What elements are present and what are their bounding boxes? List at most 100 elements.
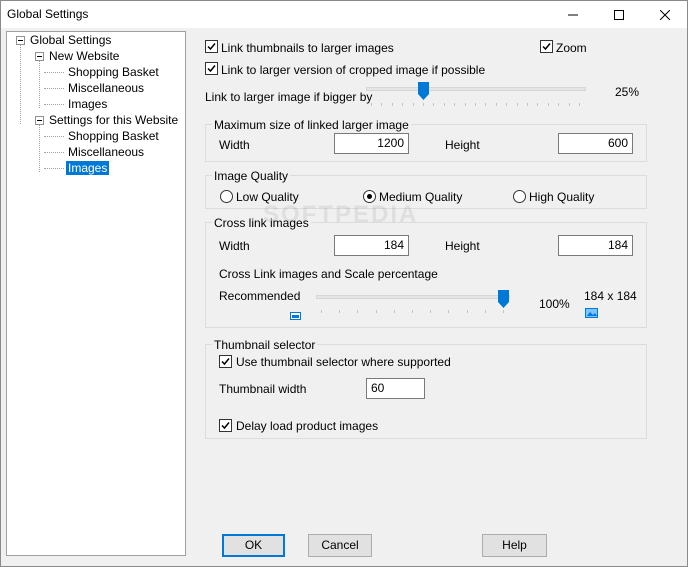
bigger-by-value: 25% bbox=[615, 85, 640, 99]
checkmark-icon bbox=[207, 65, 216, 73]
slider-tick bbox=[558, 103, 559, 106]
cross-width-input[interactable]: 184 bbox=[334, 235, 409, 256]
cross-size-text: 184 x 184 bbox=[584, 289, 637, 303]
slider-tick bbox=[357, 310, 358, 313]
settings-tree[interactable]: Global Settings New Website Shopping Bas… bbox=[6, 31, 186, 556]
checkmark-icon bbox=[221, 358, 230, 366]
cancel-button[interactable]: Cancel bbox=[308, 534, 372, 557]
close-icon bbox=[660, 9, 670, 20]
help-button[interactable]: Help bbox=[482, 534, 547, 557]
slider-tick bbox=[444, 103, 445, 106]
slider-tick bbox=[537, 103, 538, 106]
window-title: Global Settings bbox=[7, 7, 89, 21]
minimize-icon bbox=[568, 14, 578, 15]
slider-tick bbox=[579, 103, 580, 106]
tree-connector bbox=[44, 88, 64, 89]
tree-item-this-shopping-basket[interactable]: Shopping Basket bbox=[68, 129, 159, 144]
tree-item-new-website[interactable]: New Website bbox=[49, 49, 119, 64]
tree-item-this-website[interactable]: Settings for this Website bbox=[49, 113, 178, 128]
collapse-icon[interactable] bbox=[35, 116, 44, 125]
tree-connector bbox=[44, 168, 64, 169]
high-quality-radio[interactable] bbox=[513, 190, 526, 203]
max-width-input[interactable]: 1200 bbox=[334, 133, 409, 154]
minimize-button[interactable] bbox=[550, 1, 596, 28]
tree-item-new-shopping-basket[interactable]: Shopping Basket bbox=[68, 65, 159, 80]
checkmark-icon bbox=[221, 422, 230, 430]
tree-connector bbox=[44, 104, 64, 105]
tree-connector bbox=[39, 60, 40, 108]
slider-tick bbox=[392, 103, 393, 106]
collapse-icon[interactable] bbox=[35, 52, 44, 61]
slider-tick bbox=[371, 103, 372, 106]
checkmark-icon bbox=[542, 43, 551, 51]
global-settings-window: Global Settings Global Settings New Webs… bbox=[0, 0, 688, 567]
slider-tick bbox=[376, 310, 377, 313]
link-thumbnails-checkbox[interactable] bbox=[205, 40, 218, 53]
slider-tick bbox=[423, 103, 424, 106]
max-height-label: Height bbox=[445, 138, 480, 152]
image-quality-group-title: Image Quality bbox=[212, 169, 291, 183]
slider-tick bbox=[475, 103, 476, 106]
tree-item-global-settings[interactable]: Global Settings bbox=[30, 33, 111, 48]
slider-tick bbox=[569, 103, 570, 106]
tree-connector bbox=[44, 152, 64, 153]
slider-tick bbox=[394, 310, 395, 313]
slider-tick bbox=[503, 310, 504, 313]
slider-tick bbox=[339, 310, 340, 313]
tree-item-label: Miscellaneous bbox=[68, 81, 145, 95]
small-image-icon bbox=[290, 309, 301, 320]
bigger-by-label: Link to larger image if bigger by bbox=[205, 90, 373, 104]
slider-tick bbox=[430, 310, 431, 313]
slider-tick bbox=[433, 103, 434, 106]
slider-tick bbox=[321, 310, 322, 313]
maximize-button[interactable] bbox=[596, 1, 642, 28]
tree-item-this-images[interactable]: Images bbox=[66, 161, 110, 176]
thumbnail-selector-group-title: Thumbnail selector bbox=[212, 338, 318, 352]
scale-slider-thumb[interactable] bbox=[498, 290, 509, 308]
slider-tick bbox=[548, 103, 549, 106]
low-quality-radio[interactable] bbox=[220, 190, 233, 203]
slider-tick bbox=[454, 103, 455, 106]
slider-tick bbox=[465, 103, 466, 106]
delay-load-checkbox[interactable] bbox=[219, 419, 232, 432]
bigger-by-slider-track[interactable] bbox=[366, 87, 586, 91]
scale-slider-track[interactable] bbox=[316, 295, 510, 299]
tree-item-label: New Website bbox=[49, 49, 120, 63]
collapse-icon[interactable] bbox=[16, 36, 25, 45]
thumbnail-width-input[interactable]: 60 bbox=[366, 378, 425, 399]
max-height-input[interactable]: 600 bbox=[558, 133, 633, 154]
tree-item-label: Settings for this Website bbox=[49, 113, 179, 127]
close-button[interactable] bbox=[642, 1, 688, 28]
zoom-checkbox[interactable] bbox=[540, 40, 553, 53]
maximize-icon bbox=[614, 9, 624, 20]
cross-width-label: Width bbox=[219, 239, 250, 253]
link-cropped-checkbox[interactable] bbox=[205, 62, 218, 75]
tree-item-label: Images bbox=[66, 161, 110, 175]
max-size-group-title: Maximum size of linked larger image bbox=[212, 118, 411, 132]
cross-height-label: Height bbox=[445, 239, 480, 253]
tree-item-new-images[interactable]: Images bbox=[68, 97, 107, 112]
use-thumbnail-selector-label: Use thumbnail selector where supported bbox=[236, 355, 451, 369]
slider-tick bbox=[381, 103, 382, 106]
tree-item-new-miscellaneous[interactable]: Miscellaneous bbox=[68, 81, 144, 96]
tree-connector bbox=[39, 124, 40, 172]
bigger-by-slider-thumb[interactable] bbox=[418, 82, 429, 100]
tree-connector bbox=[44, 136, 64, 137]
cross-height-input[interactable]: 184 bbox=[558, 235, 633, 256]
zoom-label: Zoom bbox=[556, 41, 587, 55]
slider-tick bbox=[485, 310, 486, 313]
large-image-icon bbox=[585, 307, 598, 318]
tree-item-label: Images bbox=[68, 97, 108, 111]
link-cropped-label: Link to larger version of cropped image … bbox=[221, 63, 486, 77]
scale-value: 100% bbox=[539, 297, 570, 311]
tree-item-this-miscellaneous[interactable]: Miscellaneous bbox=[68, 145, 144, 160]
scale-label: Cross Link images and Scale percentage bbox=[219, 267, 438, 281]
slider-tick bbox=[506, 103, 507, 106]
ok-button[interactable]: OK bbox=[222, 534, 285, 557]
max-width-label: Width bbox=[219, 138, 250, 152]
high-quality-label: High Quality bbox=[529, 190, 595, 204]
use-thumbnail-selector-checkbox[interactable] bbox=[219, 355, 232, 368]
slider-tick bbox=[467, 310, 468, 313]
slider-tick bbox=[402, 103, 403, 106]
tree-connector bbox=[20, 44, 21, 124]
